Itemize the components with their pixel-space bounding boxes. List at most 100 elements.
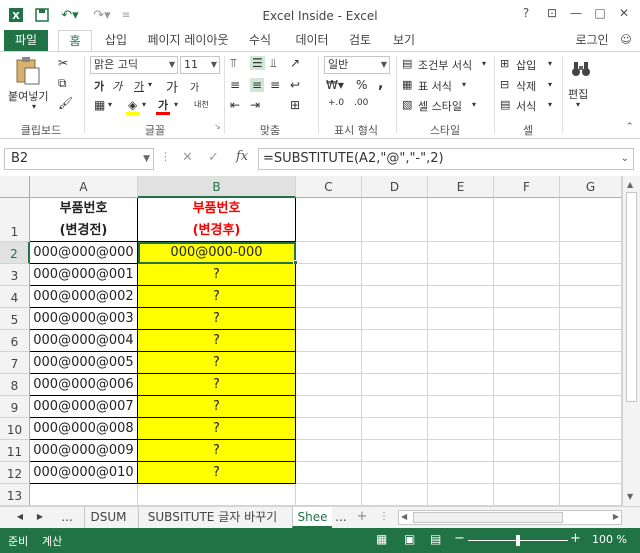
row-header[interactable]: 6 xyxy=(0,330,30,352)
cell[interactable] xyxy=(30,484,138,506)
cell[interactable] xyxy=(362,286,428,308)
cell[interactable] xyxy=(362,330,428,352)
sheet-tab-active[interactable]: Shee xyxy=(292,507,332,528)
cell[interactable] xyxy=(560,242,622,264)
minimize-button[interactable]: — xyxy=(566,6,586,24)
column-header-f[interactable]: F xyxy=(494,176,560,198)
column-header-c[interactable]: C xyxy=(296,176,362,198)
merge-center-icon[interactable]: ⊞ xyxy=(290,98,300,112)
dialog-launcher-icon[interactable]: ↘ xyxy=(214,122,221,131)
paste-button[interactable]: 붙여넣기 xyxy=(8,88,48,104)
cell-part-after[interactable]: ? xyxy=(138,418,296,440)
cell-styles-icon[interactable]: ▧ xyxy=(402,98,412,111)
cell[interactable] xyxy=(428,352,494,374)
format-painter-icon[interactable]: 🖌 xyxy=(58,96,73,110)
chevron-down-icon[interactable]: ▾ xyxy=(472,100,476,109)
cell-part-before[interactable]: 000@000@005 xyxy=(30,352,138,374)
cell[interactable] xyxy=(296,418,362,440)
format-as-table-button[interactable]: 표 서식 xyxy=(418,78,452,94)
cell[interactable] xyxy=(494,484,560,506)
cell[interactable] xyxy=(494,242,560,264)
cell[interactable] xyxy=(428,418,494,440)
cell-part-before[interactable]: 000@000@001 xyxy=(30,264,138,286)
currency-icon[interactable]: ₩▾ xyxy=(326,78,344,92)
worksheet-grid[interactable]: A B C D E F G 1 부품번호 (변경전) 부품번호 (변경후) 20… xyxy=(0,176,640,506)
align-right-icon[interactable]: ≡ xyxy=(270,78,280,92)
cell[interactable] xyxy=(560,374,622,396)
cell[interactable] xyxy=(494,286,560,308)
fill-color-icon[interactable]: ◈ xyxy=(128,98,137,112)
close-button[interactable]: ✕ xyxy=(614,6,634,24)
row-header[interactable]: 2 xyxy=(0,242,30,264)
vertical-scrollbar[interactable]: ▲ ▼ xyxy=(622,176,640,506)
cell[interactable] xyxy=(362,352,428,374)
chevron-down-icon[interactable]: ▾ xyxy=(548,59,552,68)
cell[interactable] xyxy=(560,462,622,484)
tab-formulas[interactable]: 수식 xyxy=(242,30,278,52)
page-break-view-icon[interactable]: ▤ xyxy=(430,532,441,546)
prev-sheet-icon[interactable]: ◀ xyxy=(14,507,26,528)
fill-color-dropdown-icon[interactable]: ▾ xyxy=(142,100,146,109)
zoom-slider-thumb[interactable] xyxy=(516,535,520,546)
row-header[interactable]: 8 xyxy=(0,374,30,396)
cell[interactable] xyxy=(428,440,494,462)
phonetic-button[interactable]: 내천 xyxy=(194,99,209,110)
row-header[interactable]: 4 xyxy=(0,286,30,308)
align-left-icon[interactable]: ≡ xyxy=(230,78,240,92)
cell[interactable] xyxy=(362,308,428,330)
enter-button[interactable]: ✓ xyxy=(208,150,219,165)
chevron-down-icon[interactable]: ▾ xyxy=(548,80,552,89)
cell[interactable] xyxy=(560,440,622,462)
align-top-icon[interactable]: ⫪ xyxy=(230,56,237,71)
cell[interactable] xyxy=(494,198,560,242)
row-header[interactable]: 11 xyxy=(0,440,30,462)
row-header[interactable]: 7 xyxy=(0,352,30,374)
cell[interactable] xyxy=(560,418,622,440)
cell[interactable] xyxy=(362,198,428,242)
underline-button[interactable]: 가 xyxy=(134,78,144,94)
cell[interactable] xyxy=(494,374,560,396)
cell-part-before[interactable]: 000@000@006 xyxy=(30,374,138,396)
cell[interactable] xyxy=(560,330,622,352)
number-format-combo[interactable]: 일반 ▼ xyxy=(324,56,390,74)
cell-part-after[interactable]: ? xyxy=(138,330,296,352)
horizontal-scroll-thumb[interactable] xyxy=(413,512,563,523)
cell[interactable] xyxy=(362,484,428,506)
cell[interactable] xyxy=(296,330,362,352)
wrap-text-icon[interactable]: ↩ xyxy=(290,78,300,92)
insert-function-button[interactable]: fx xyxy=(236,149,248,164)
conditional-formatting-icon[interactable]: ▤ xyxy=(402,57,412,70)
tab-view[interactable]: 보기 xyxy=(386,30,422,52)
account-icon[interactable]: ☺ xyxy=(616,30,636,52)
column-header-b[interactable]: B xyxy=(138,176,296,198)
horizontal-scrollbar[interactable]: ◀ ▶ xyxy=(398,510,622,525)
zoom-out-button[interactable]: − xyxy=(454,531,465,546)
cell-part-after[interactable]: ? xyxy=(138,374,296,396)
sign-in-link[interactable]: 로그인 xyxy=(572,30,612,52)
cell[interactable] xyxy=(560,308,622,330)
increase-indent-icon[interactable]: ⇥ xyxy=(250,98,260,112)
cell-b1[interactable]: 부품번호 (변경후) xyxy=(138,198,296,242)
cell[interactable] xyxy=(428,264,494,286)
align-bottom-icon[interactable]: ⫫ xyxy=(270,56,277,71)
cell-part-after[interactable]: ? xyxy=(138,352,296,374)
cell-part-after[interactable]: ? xyxy=(138,264,296,286)
scroll-up-icon[interactable]: ▲ xyxy=(627,180,633,189)
cell[interactable] xyxy=(428,198,494,242)
cell[interactable] xyxy=(428,484,494,506)
cell-part-before[interactable]: 000@000@004 xyxy=(30,330,138,352)
cell[interactable] xyxy=(296,286,362,308)
cell[interactable] xyxy=(428,308,494,330)
paste-dropdown-icon[interactable]: ▾ xyxy=(32,102,36,111)
cell[interactable] xyxy=(362,242,428,264)
tab-home[interactable]: 홈 xyxy=(58,30,92,52)
cell[interactable] xyxy=(362,264,428,286)
cancel-entry-button[interactable]: ✕ xyxy=(182,150,193,165)
cell[interactable] xyxy=(296,308,362,330)
chevron-down-icon[interactable]: ▾ xyxy=(576,100,580,109)
cell-part-before[interactable]: 000@000@000 xyxy=(30,242,138,264)
cell[interactable] xyxy=(494,330,560,352)
align-center-icon[interactable]: ≡ xyxy=(250,78,265,92)
sheet-overflow-right[interactable]: ... xyxy=(332,507,350,528)
paste-icon[interactable] xyxy=(14,56,42,86)
